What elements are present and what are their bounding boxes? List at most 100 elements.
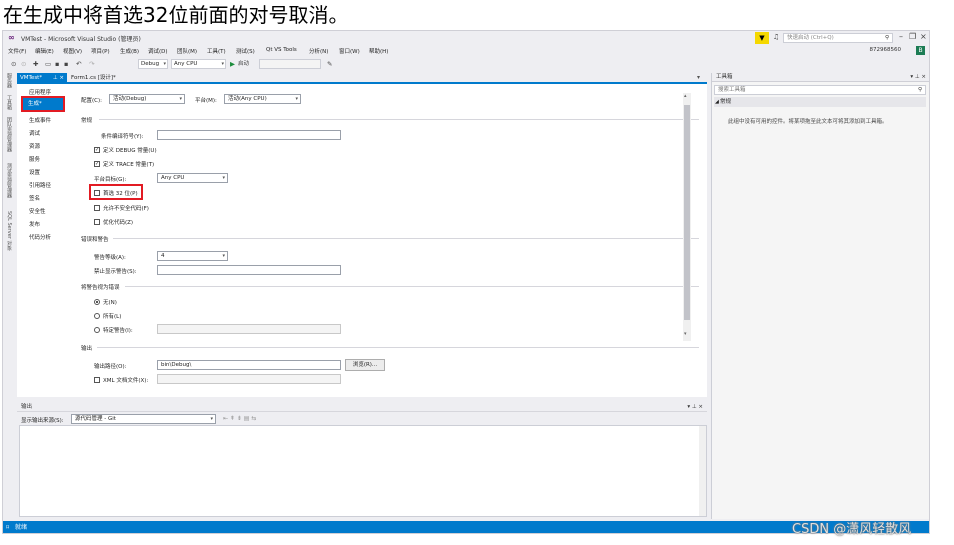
tab-form1-design[interactable]: Form1.cs [设计]* <box>68 73 138 84</box>
minimize-icon[interactable]: – <box>899 32 903 41</box>
forward-icon[interactable]: ⊙ <box>21 59 26 69</box>
output-text-area[interactable] <box>19 425 707 517</box>
redo-icon[interactable]: ↷ <box>89 59 94 69</box>
scrollbar-thumb[interactable] <box>684 105 690 320</box>
nav-code-analysis[interactable]: 代码分析 <box>29 233 51 241</box>
scroll-up-icon[interactable]: ▴ <box>684 93 687 99</box>
browse-button[interactable]: 浏览(R)... <box>345 359 385 371</box>
optimize-code-checkbox[interactable] <box>94 219 100 225</box>
pin-icon[interactable]: ⊥ × <box>53 73 64 84</box>
account-name[interactable]: 872968560 <box>870 47 902 53</box>
quick-launch-input[interactable]: 快速启动 (Ctrl+Q) ⚲ <box>783 33 893 43</box>
treat-specific-input[interactable] <box>157 324 341 334</box>
menu-help[interactable]: 帮助(H) <box>369 47 388 55</box>
menu-tools[interactable]: 工具(T) <box>207 47 226 55</box>
close-icon[interactable]: × <box>920 32 927 41</box>
nav-build-events[interactable]: 生成事件 <box>29 116 51 124</box>
undo-icon[interactable]: ↶ <box>76 59 81 69</box>
new-project-icon[interactable]: ✚ <box>33 59 38 69</box>
menu-qt-vs-tools[interactable]: Qt VS Tools <box>266 47 297 53</box>
nav-settings[interactable]: 设置 <box>29 168 40 176</box>
section-divider <box>125 286 699 287</box>
warning-level-label: 警告等级(A): <box>94 255 126 261</box>
allow-unsafe-checkbox[interactable] <box>94 205 100 211</box>
back-icon[interactable]: ⊙ <box>11 59 16 69</box>
define-debug-checkbox[interactable]: ✓ <box>94 147 100 153</box>
sql-server-explorer-tab[interactable]: SQL Server 对象资源管理器 <box>5 211 13 251</box>
server-explorer-tab[interactable]: 服务器资源管理器 <box>5 73 13 91</box>
xml-doc-checkbox[interactable] <box>94 377 100 383</box>
nav-debug[interactable]: 调试 <box>29 129 40 137</box>
platform-select[interactable]: 活动(Any CPU) ▾ <box>224 94 301 104</box>
treat-none-radio[interactable] <box>94 299 100 305</box>
platform-label: 平台(M): <box>195 98 217 104</box>
nav-security[interactable]: 安全性 <box>29 207 46 215</box>
test-explorer-tab[interactable]: 测试资源管理器 <box>5 163 13 203</box>
output-toolbar-icons[interactable]: ⇤ ⇞ ⇟ ▤ ⇆ <box>223 415 256 422</box>
output-scrollbar[interactable] <box>699 426 706 516</box>
suppress-warnings-label: 禁止显示警告(S): <box>94 269 137 275</box>
notification-flag-icon[interactable]: ▼ <box>755 32 769 44</box>
menu-project[interactable]: 项目(P) <box>91 47 110 55</box>
menu-debug[interactable]: 调试(D) <box>148 47 168 55</box>
nav-resources[interactable]: 资源 <box>29 142 40 150</box>
output-path-label: 输出路径(O): <box>94 364 127 370</box>
nav-application[interactable]: 应用程序 <box>29 88 51 96</box>
menu-view[interactable]: 视图(V) <box>63 47 82 55</box>
menu-build[interactable]: 生成(B) <box>120 47 139 55</box>
output-path-input[interactable]: bin\Debug\ <box>157 360 341 370</box>
restore-icon[interactable]: ❐ <box>909 32 916 41</box>
output-source-label: 显示输出来源(S): <box>21 418 64 424</box>
open-file-icon[interactable]: ▭ <box>45 59 51 69</box>
panel-pin-close-icon[interactable]: ▾ ⊥ × <box>687 403 703 412</box>
xml-doc-input[interactable] <box>157 374 341 384</box>
platform-target-select[interactable]: Any CPU ▾ <box>157 173 228 183</box>
treat-specific-radio[interactable] <box>94 327 100 333</box>
menu-file[interactable]: 文件(F) <box>8 47 26 55</box>
nav-services[interactable]: 服务 <box>29 155 40 163</box>
nav-publish[interactable]: 发布 <box>29 220 40 228</box>
toolbox-group-general[interactable]: ◢ 常规 <box>714 97 926 107</box>
toolbox-tab[interactable]: 工具箱 <box>5 95 13 113</box>
team-explorer-tab[interactable]: 团队资源管理器 <box>5 117 13 157</box>
menu-analyze[interactable]: 分析(N) <box>309 47 328 55</box>
output-source-select[interactable]: 源代码管理 - Git ▾ <box>71 414 216 424</box>
scroll-down-icon[interactable]: ▾ <box>684 331 687 337</box>
cond-symbols-input[interactable] <box>157 130 341 140</box>
chevron-down-icon: ▾ <box>210 416 213 422</box>
solution-platform-select[interactable]: Any CPU ▾ <box>171 59 226 69</box>
menu-team[interactable]: 团队(M) <box>177 47 197 55</box>
warning-level-select[interactable]: 4 ▾ <box>157 251 228 261</box>
toolbox-header: 工具箱 ▾ ⊥ × <box>712 73 929 82</box>
allow-unsafe-label: 允许不安全代码(F) <box>103 206 149 212</box>
output-source-value: 源代码管理 - Git <box>75 416 116 422</box>
nav-signing[interactable]: 签名 <box>29 194 40 202</box>
menu-window[interactable]: 窗口(W) <box>339 47 360 55</box>
start-button-label[interactable]: 启动 <box>238 59 249 69</box>
tab-vmtest[interactable]: VMTest* ⊥ × <box>17 73 67 84</box>
nav-reference-paths[interactable]: 引用路径 <box>29 181 51 189</box>
account-avatar[interactable]: B <box>916 46 925 55</box>
find-box[interactable] <box>259 59 321 69</box>
menu-edit[interactable]: 编辑(E) <box>35 47 54 55</box>
menu-test[interactable]: 测试(S) <box>236 47 255 55</box>
start-play-icon[interactable]: ▶ <box>230 59 235 69</box>
define-trace-checkbox[interactable]: ✓ <box>94 161 100 167</box>
solution-config-select[interactable]: Debug ▾ <box>138 59 168 69</box>
treat-specific-label: 特定警告(I): <box>103 328 133 334</box>
panel-pin-close-icon[interactable]: ▾ ⊥ × <box>910 73 926 82</box>
save-all-icon[interactable]: ▪ <box>64 59 68 69</box>
suppress-warnings-input[interactable] <box>157 265 341 275</box>
config-select[interactable]: 活动(Debug) ▾ <box>109 94 185 104</box>
feedback-icon[interactable]: ♫ <box>773 33 779 41</box>
toolbox-search-input[interactable]: 搜索工具箱 ⚲ <box>714 85 926 95</box>
toolbar-extra-icon[interactable]: ✎ <box>327 59 332 69</box>
platform-target-label: 平台目标(G): <box>94 177 127 183</box>
define-trace-label: 定义 TRACE 常量(T) <box>103 162 155 168</box>
save-icon[interactable]: ▪ <box>55 59 59 69</box>
section-divider <box>113 238 699 239</box>
properties-scrollbar[interactable]: ▴ ▾ <box>683 93 691 341</box>
left-tool-tabs: 服务器资源管理器 工具箱 团队资源管理器 测试资源管理器 SQL Server … <box>3 71 15 519</box>
tab-overflow-icon[interactable]: ▾ <box>697 74 700 81</box>
treat-all-radio[interactable] <box>94 313 100 319</box>
